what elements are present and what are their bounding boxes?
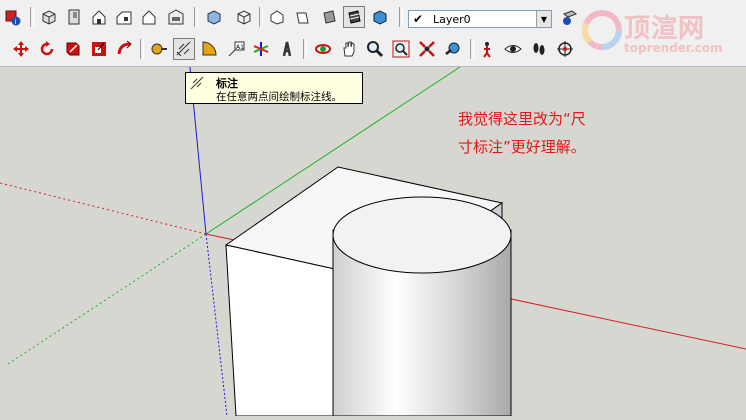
- right-view-icon[interactable]: [113, 6, 135, 28]
- green-axis-negative: [7, 233, 207, 365]
- hidden-line-style-icon[interactable]: [266, 6, 288, 28]
- scale-icon[interactable]: [62, 38, 84, 60]
- layer-name: Layer0: [433, 13, 471, 26]
- toolbar-row-views: i ✔ Layer0 ▼: [0, 1, 580, 33]
- left-view-icon[interactable]: [165, 6, 187, 28]
- svg-text:A1: A1: [236, 44, 244, 51]
- main-toolbar: i ✔ Layer0 ▼ A1 顶渲网 toprender.com: [0, 0, 746, 67]
- chevron-down-icon[interactable]: ▼: [536, 11, 551, 27]
- top-view-icon[interactable]: [63, 6, 85, 28]
- shaded-blue-style-icon[interactable]: [369, 6, 391, 28]
- watermark-title: 顶渲网: [624, 14, 706, 44]
- tape-measure-icon[interactable]: [148, 38, 170, 60]
- toolbar-separator: [399, 7, 403, 27]
- axes-icon[interactable]: [250, 38, 272, 60]
- watermark-logo-icon: [582, 10, 622, 50]
- toolbar-separator: [140, 39, 144, 59]
- model-viewport[interactable]: [0, 56, 746, 417]
- look-around-icon[interactable]: [502, 38, 524, 60]
- tooltip: 标注 在任意两点间绘制标注线。: [185, 72, 363, 104]
- pan-icon[interactable]: [338, 38, 360, 60]
- monochrome-style-icon[interactable]: [343, 6, 365, 28]
- iso-view-icon[interactable]: [38, 6, 60, 28]
- blue-axis-negative: [205, 233, 228, 417]
- dimension-icon: [190, 76, 204, 90]
- toolbar-separator: [259, 7, 263, 27]
- toolbar-separator: [303, 39, 307, 59]
- rotate-icon[interactable]: [36, 38, 58, 60]
- orbit-icon[interactable]: [312, 38, 334, 60]
- annotation-note: 我觉得这里改为“尺 寸标注”更好理解。: [458, 105, 628, 161]
- toolbar-row-tools: A1: [0, 33, 580, 65]
- section-plane-icon[interactable]: [554, 38, 576, 60]
- shaded-texture-style-icon[interactable]: [318, 6, 340, 28]
- offset-icon[interactable]: [88, 38, 110, 60]
- layer-dropdown[interactable]: ✔ Layer0 ▼: [408, 10, 552, 28]
- dimension-icon[interactable]: [173, 38, 195, 60]
- text-icon[interactable]: A1: [225, 38, 247, 60]
- toolbar-separator: [470, 39, 474, 59]
- toolbar-separator: [30, 7, 34, 27]
- annotation-line-2: 寸标注”更好理解。: [458, 138, 586, 156]
- svg-text:i: i: [15, 18, 17, 26]
- shaded-style-icon[interactable]: [291, 6, 313, 28]
- previous-view-icon[interactable]: [442, 38, 464, 60]
- back-view-icon[interactable]: [138, 6, 160, 28]
- protractor-icon[interactable]: [199, 38, 221, 60]
- red-axis-negative: [0, 182, 207, 235]
- watermark: 顶渲网 toprender.com: [582, 6, 742, 58]
- cylinder-top: [332, 196, 512, 274]
- component-info-icon[interactable]: i: [2, 6, 24, 28]
- follow-me-icon[interactable]: [114, 38, 136, 60]
- move-icon[interactable]: [10, 38, 32, 60]
- wireframe-style-icon[interactable]: [233, 6, 255, 28]
- toolbar-separator: [194, 7, 198, 27]
- front-view-icon[interactable]: [88, 6, 110, 28]
- walk-icon[interactable]: [528, 38, 550, 60]
- watermark-url: toprender.com: [624, 41, 723, 55]
- zoom-extents-icon[interactable]: [416, 38, 438, 60]
- annotation-line-1: 我觉得这里改为“尺: [458, 110, 586, 128]
- 3d-text-icon[interactable]: [276, 38, 298, 60]
- layer-visible-checkmark: ✔: [413, 12, 424, 26]
- layer-manager-icon[interactable]: [558, 6, 580, 28]
- position-camera-icon[interactable]: [476, 38, 498, 60]
- zoom-icon[interactable]: [364, 38, 386, 60]
- xray-style-icon[interactable]: [203, 6, 225, 28]
- scene-drawing[interactable]: [0, 56, 746, 417]
- zoom-window-icon[interactable]: [390, 38, 412, 60]
- tooltip-description: 在任意两点间绘制标注线。: [216, 91, 342, 103]
